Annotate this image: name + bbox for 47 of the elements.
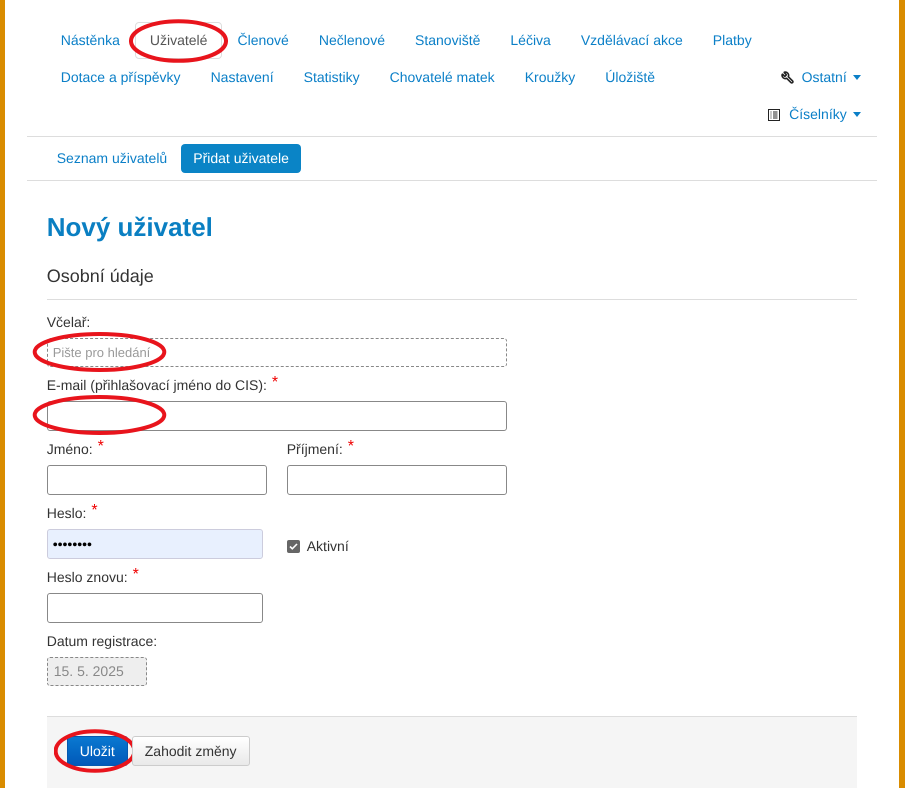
nav-dropdown[interactable]: Ostatní — [766, 59, 876, 96]
nav-tab[interactable]: Chovatelé matek — [374, 59, 510, 96]
field-label: Příjmení: — [286, 440, 343, 459]
subnav-tab[interactable]: Přidat uživatele — [181, 144, 301, 173]
wrench-icon — [780, 71, 794, 84]
required-asterisk: * — [132, 565, 139, 585]
caret-icon — [852, 112, 861, 117]
section-heading: Osobní údaje — [46, 263, 857, 300]
nav-tab[interactable]: Dotace a příspěvky — [46, 59, 196, 96]
input-field[interactable] — [286, 465, 507, 495]
input-field[interactable] — [46, 465, 267, 495]
nav-tab[interactable]: Uživatelé — [134, 22, 222, 59]
field-label: Jméno: — [46, 440, 93, 459]
nav-tab[interactable]: Kroužky — [510, 59, 590, 96]
list-icon — [768, 108, 780, 120]
nav-tab[interactable]: Vzdělávací akce — [566, 22, 698, 59]
field-label: Včelař: — [46, 313, 90, 332]
password-field[interactable] — [46, 593, 263, 623]
field-label: Heslo znovu: — [46, 568, 128, 587]
save-button[interactable]: Uložit — [66, 736, 128, 766]
field-label: Datum registrace: — [46, 632, 158, 651]
nav-tab[interactable]: Léčiva — [495, 22, 566, 59]
required-asterisk: * — [98, 437, 104, 457]
nav-tab[interactable]: Nástěnka — [46, 22, 135, 59]
discard-button[interactable]: Zahodit změny — [132, 736, 250, 766]
field-label: E-mail (přihlašovací jméno do CIS): — [46, 376, 267, 395]
date-field: 15. 5. 2025 — [46, 657, 147, 686]
nav-tab[interactable]: Platby — [698, 22, 767, 59]
input-field[interactable] — [46, 401, 507, 431]
checkbox[interactable] — [286, 540, 300, 552]
required-asterisk: * — [348, 437, 354, 457]
required-asterisk: * — [91, 501, 98, 521]
caret-icon — [852, 75, 861, 80]
nav-tab[interactable]: Úložiště — [590, 59, 670, 96]
nav-tab[interactable]: Nastavení — [196, 59, 289, 96]
nav-tab[interactable]: Stanoviště — [400, 22, 496, 59]
password-field[interactable]: •••••••• — [46, 529, 263, 559]
search-field[interactable]: Pište pro hledání — [46, 338, 507, 367]
nav-tab[interactable]: Členové — [222, 22, 304, 59]
page-title: Nový uživatel — [46, 211, 214, 243]
checkbox-label: Aktivní — [306, 536, 349, 556]
nav-dropdown[interactable]: Číselníky — [753, 96, 876, 133]
subnav-tab[interactable]: Seznam uživatelů — [44, 144, 180, 173]
nav-tab[interactable]: Nečlenové — [304, 22, 400, 59]
field-label: Heslo: — [46, 504, 86, 523]
nav-tab[interactable]: Statistiky — [288, 59, 375, 96]
required-asterisk: * — [272, 373, 278, 393]
